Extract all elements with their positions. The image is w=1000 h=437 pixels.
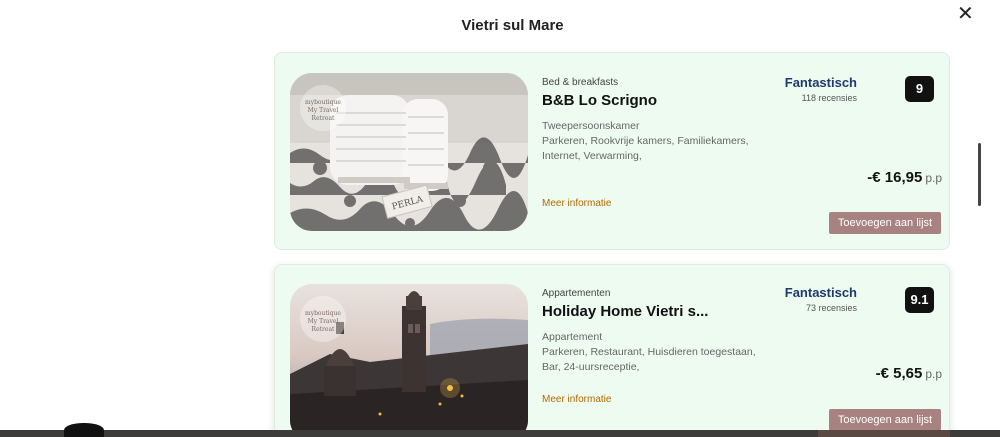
close-icon[interactable]: ✕	[957, 4, 974, 24]
listing-category: Appartementen	[542, 288, 611, 299]
photo-logo-watermark: myboutique My Travel Retreat	[300, 296, 346, 342]
listing-name[interactable]: Holiday Home Vietri s...	[542, 303, 782, 320]
listing-description: Tweepersoonskamer Parkeren, Rookvrije ka…	[542, 119, 767, 164]
add-to-list-button[interactable]: Toevoegen aan lijst	[829, 409, 941, 431]
photo-logo-watermark: myboutique My Travel Retreat	[300, 85, 346, 131]
more-info-link[interactable]: Meer informatie	[542, 394, 611, 405]
rating-word: Fantastisch	[784, 285, 857, 300]
modal-title: Vietri sul Mare	[461, 17, 564, 34]
more-info-link[interactable]: Meer informatie	[542, 198, 611, 209]
background-shape	[818, 430, 950, 437]
listing-photo[interactable]: myboutique My Travel Retreat	[290, 284, 528, 437]
listing-photo[interactable]: PERLA myboutique My Travel Retreat	[290, 73, 528, 231]
price-unit: p.p	[925, 367, 942, 381]
review-count: 118 recensies	[801, 93, 857, 103]
room-type: Appartement	[542, 331, 603, 343]
review-count: 73 recensies	[805, 303, 857, 313]
price-value: -€ 16,95	[867, 169, 923, 186]
amenities: Parkeren, Rookvrije kamers, Familiekamer…	[542, 135, 749, 162]
listing-info: Appartementen Holiday Home Vietri s... A…	[542, 288, 782, 375]
amenities: Parkeren, Restaurant, Huisdieren toegest…	[542, 346, 756, 373]
background-shape	[64, 423, 104, 437]
rating-word: Fantastisch	[784, 75, 857, 90]
add-to-list-button[interactable]: Toevoegen aan lijst	[829, 212, 941, 234]
price: -€ 16,95 p.p	[867, 169, 942, 186]
listing-card[interactable]: PERLA myboutique My Travel Retreat Bed & b…	[274, 52, 950, 250]
listing-category: Bed & breakfasts	[542, 77, 619, 88]
listing-name[interactable]: B&B Lo Scrigno	[542, 92, 782, 109]
price: -€ 5,65 p.p	[876, 365, 942, 382]
listing-description: Appartement Parkeren, Restaurant, Huisdi…	[542, 330, 767, 375]
room-type: Tweepersoonskamer	[542, 120, 640, 132]
listing-modal: Vietri sul Mare ✕ PERLA myboutique My Tr…	[0, 0, 1000, 437]
score-badge: 9.1	[905, 287, 934, 313]
score-badge: 9	[905, 76, 934, 102]
price-value: -€ 5,65	[875, 365, 923, 382]
price-unit: p.p	[925, 171, 942, 185]
scrollbar-thumb[interactable]	[978, 143, 981, 206]
rating-block: Fantastisch 73 recensies	[785, 285, 857, 313]
listing-info: Bed & breakfasts B&B Lo Scrigno Tweepers…	[542, 77, 782, 164]
listing-card[interactable]: myboutique My Travel Retreat Appartementen…	[274, 264, 950, 437]
rating-block: Fantastisch 118 recensies	[785, 75, 857, 103]
